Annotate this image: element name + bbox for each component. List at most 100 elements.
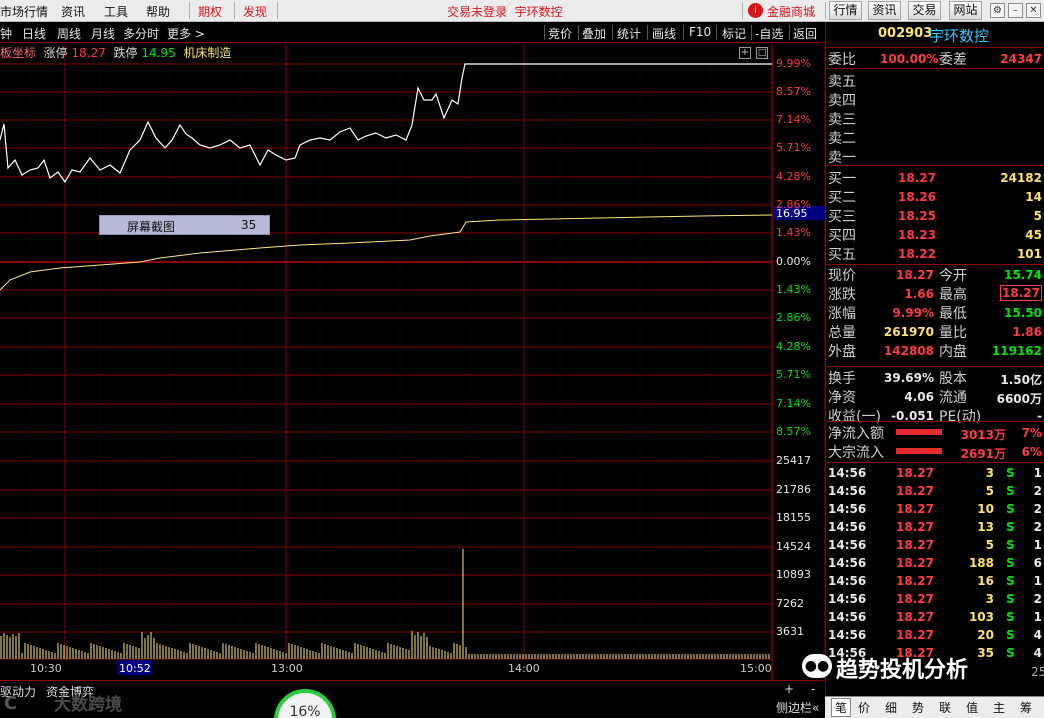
menu-news[interactable]: 资讯 (61, 3, 85, 20)
zoom-in-button[interactable]: + (784, 682, 794, 696)
pct-up-label: 2.86% (776, 198, 811, 211)
menu-help[interactable]: 帮助 (146, 3, 170, 20)
tick-side: S (1006, 628, 1015, 642)
toolbar-divider (647, 25, 648, 40)
settings-icon[interactable]: ⚙ (990, 3, 1005, 18)
tick-price: 18.27 (896, 628, 934, 642)
menu-discover[interactable]: 发现 (243, 3, 267, 20)
panel-tab[interactable]: 主 (993, 699, 1005, 716)
tick-volume: 13 (977, 520, 994, 534)
tick-time: 14:56 (828, 610, 867, 624)
time-cursor-label: 10:52 (119, 662, 151, 675)
quote-value: 15.74 (1004, 268, 1042, 282)
progress-percent: 16% (289, 704, 321, 718)
tick-time: 14:56 (828, 574, 867, 588)
status-text: 交易未登录 宇环数控 (447, 3, 563, 20)
btn-draw-line[interactable]: 画线 (652, 25, 676, 42)
limit-up-value: 18.27 (71, 46, 106, 60)
intraday-chart[interactable]: 16.95 10:30 13:00 14:00 15:00 10:52 (0, 44, 825, 680)
toolbar-quote-button[interactable]: 行情 (829, 1, 862, 20)
menu-tools[interactable]: 工具 (104, 3, 128, 20)
btn-watchlist[interactable]: -自选 (755, 25, 783, 42)
tick-volume: 10 (977, 502, 994, 516)
tab-month[interactable]: 月线 (91, 25, 115, 42)
btn-mark[interactable]: 标记 (722, 25, 746, 42)
toolbar-news-button[interactable]: 资讯 (868, 1, 901, 20)
fund-label: 流通 (939, 390, 967, 406)
quote-label: 涨跌 (828, 287, 856, 303)
fund-label: PE(动) (939, 409, 982, 425)
tab-day[interactable]: 日线 (22, 25, 46, 42)
divider (826, 165, 1044, 166)
quote-label: 现价 (828, 268, 856, 284)
quote-label: 总量 (828, 325, 856, 341)
tick-count: 4 (1033, 646, 1042, 660)
quote-label: 最高 (939, 287, 967, 303)
tab-minute[interactable]: 钟 (0, 25, 12, 42)
fund-value: 1.50亿 (1000, 373, 1042, 387)
expand-icon[interactable]: + (739, 47, 751, 59)
volume-axis-label: 10893 (776, 568, 811, 581)
menu-divider (277, 2, 278, 19)
btn-back[interactable]: 返回 (793, 25, 817, 42)
tab-more[interactable]: 更多 > (167, 25, 205, 42)
tick-time: 14:56 (828, 466, 867, 480)
industry-label: 机床制造 (183, 46, 232, 60)
sidebar-label: 侧边栏 (776, 701, 813, 715)
sell-level-label: 卖二 (828, 131, 856, 147)
tab-week[interactable]: 周线 (57, 25, 81, 42)
divider (826, 462, 1044, 463)
toolbar-web-button[interactable]: 网站 (949, 1, 982, 20)
menu-mall[interactable]: 金融商城 (767, 3, 815, 20)
restore-icon[interactable]: □ (756, 47, 768, 59)
pct-down-label: 5.71% (776, 368, 811, 381)
panel-tab[interactable]: 价 (858, 699, 870, 716)
flow-bar (896, 429, 942, 435)
flow-percent: 6% (1021, 445, 1042, 459)
flow-value: 3013万 (960, 428, 1006, 442)
tick-time: 14:56 (828, 538, 867, 552)
chevron-right-icon: > (194, 27, 205, 41)
quote-value: 18.27 (1000, 285, 1042, 301)
menu-market[interactable]: 市场行情 (0, 3, 48, 20)
toolbar-trade-button[interactable]: 交易 (908, 1, 941, 20)
zoom-out-button[interactable]: - (811, 682, 815, 696)
tick-count: 2 (1033, 484, 1042, 498)
tick-volume: 3 (985, 466, 994, 480)
panel-tab[interactable]: 联 (939, 699, 951, 716)
pct-down-label: 8.57% (776, 425, 811, 438)
panel-tab[interactable]: 筹 (1020, 699, 1032, 716)
panel-tab[interactable]: 笔 (831, 698, 852, 717)
panel-tab[interactable]: 细 (885, 699, 897, 716)
fund-label: 净资 (828, 390, 856, 406)
window-stock-title: 宇环数控 (514, 5, 563, 19)
minimize-icon[interactable]: – (1008, 3, 1023, 18)
tick-volume: 20 (977, 628, 994, 642)
fund-value: 6600万 (996, 392, 1042, 406)
panel-tab[interactable]: 势 (912, 699, 924, 716)
buy-level-label: 买四 (828, 228, 856, 244)
sidebar-toggle[interactable]: 侧边栏« (776, 699, 819, 716)
panel-tab[interactable]: 值 (966, 699, 978, 716)
weibi-value: 100.00% (880, 52, 939, 66)
tick-side: S (1006, 520, 1015, 534)
tick-time: 14:56 (828, 556, 867, 570)
btn-f10[interactable]: F10 (689, 25, 711, 39)
tick-count: 1 (1033, 466, 1042, 480)
buy-level-label: 买三 (828, 209, 856, 225)
close-icon[interactable]: ✕ (1026, 3, 1041, 18)
watermark-channel-name: 趋势投机分析 (836, 658, 969, 683)
tick-side: S (1006, 484, 1015, 498)
toolbar-divider (544, 25, 545, 40)
btn-overlay[interactable]: 叠加 (582, 25, 606, 42)
quote-label: 量比 (939, 325, 967, 341)
tab-more-label: 更多 (167, 27, 192, 41)
quote-value: 142808 (883, 344, 934, 358)
progress-ring: 16% (274, 689, 336, 718)
stock-header: 002903 宇环数控 (826, 22, 1044, 46)
buy-level-price: 18.22 (898, 247, 936, 261)
menu-options[interactable]: 期权 (198, 3, 222, 20)
btn-stats[interactable]: 统计 (617, 25, 641, 42)
tab-multi-time[interactable]: 多分时 (123, 25, 159, 42)
btn-auction[interactable]: 竞价 (548, 25, 572, 42)
